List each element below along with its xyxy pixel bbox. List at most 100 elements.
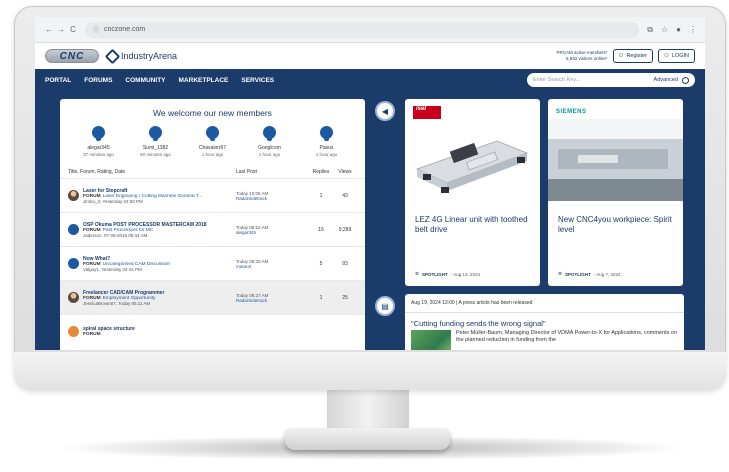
card-spotlight: ⚙ SPOTLIGHT - Aug 7, 2024 bbox=[558, 271, 621, 277]
forum-label: FORUM bbox=[83, 193, 101, 199]
last-post-user[interactable]: RadarSidetrack bbox=[236, 298, 308, 303]
industryarena-wordmark: IndustryArena bbox=[121, 51, 178, 61]
table-row[interactable]: Laser for Stepcraft FORUM Laser Engraving… bbox=[60, 178, 365, 212]
column-views[interactable]: Views bbox=[334, 169, 356, 175]
card-title[interactable]: New CNC4you workpiece: Spirit level bbox=[558, 215, 676, 236]
search-icon[interactable] bbox=[682, 76, 689, 84]
siemens-logo: SIEMENS bbox=[556, 109, 587, 115]
nav-portal[interactable]: PORTAL bbox=[45, 77, 71, 84]
member-item[interactable]: Googlcom 1 hour ago bbox=[242, 126, 298, 157]
last-post-user[interactable]: alegar345 bbox=[236, 230, 308, 235]
monitor-chin bbox=[14, 352, 726, 390]
replies-count: 5 bbox=[319, 260, 323, 267]
register-button[interactable]: ⚇ Register bbox=[612, 49, 653, 63]
nav-marketplace[interactable]: MARKETPLACE bbox=[179, 77, 229, 84]
bookmark-star-icon[interactable]: ☆ bbox=[661, 25, 668, 35]
monitor-screen: ← → C ⓘ cnczone.com ⧉ ☆ ● ⋮ CNC Industry… bbox=[35, 17, 705, 350]
advanced-search-link[interactable]: Advanced bbox=[654, 77, 678, 83]
press-article-panel[interactable]: Aug 19, 2024 13:00 | A press article has… bbox=[405, 294, 684, 350]
views-count: 93 bbox=[342, 260, 348, 267]
article-meta: Aug 19, 2024 13:00 | A press article has… bbox=[405, 294, 684, 313]
card-date: - Aug 13, 2024 bbox=[450, 271, 481, 277]
search-placeholder: Enter Search Key... bbox=[533, 77, 581, 83]
views-count: 25 bbox=[342, 294, 348, 301]
forum-label: FORUM bbox=[83, 295, 101, 301]
megaphone-icon: ◀ bbox=[381, 106, 389, 116]
avatar bbox=[92, 126, 105, 141]
views-count: 9,289 bbox=[338, 226, 352, 233]
last-post-user[interactable]: RadarSidetrack bbox=[236, 196, 308, 201]
profile-icon[interactable]: ● bbox=[676, 25, 681, 35]
table-row[interactable]: Now What? FORUM Uncategorised CAM Discuss… bbox=[60, 246, 365, 280]
nav-forums[interactable]: FORUMS bbox=[84, 77, 112, 84]
thread-author: Jaderson, 07-05-2018 05:34 AM bbox=[83, 232, 148, 238]
site-header: CNC IndustryArena PRCAM active members* … bbox=[35, 43, 705, 69]
search-input[interactable]: Enter Search Key... Advanced bbox=[527, 73, 695, 87]
forward-icon[interactable]: → bbox=[55, 25, 67, 34]
translate-icon[interactable]: ⧉ bbox=[647, 25, 653, 35]
address-bar[interactable]: ⓘ cnczone.com bbox=[85, 21, 640, 38]
member-name: Sumi_1382 bbox=[142, 145, 169, 151]
online-visitors-text: 5,932 visitors online* bbox=[565, 56, 608, 61]
site-info-icon[interactable]: ⓘ bbox=[93, 25, 99, 34]
member-item[interactable]: Sumi_1382 50 minutes ago bbox=[128, 126, 184, 157]
spotlight-label: SPOTLIGHT bbox=[422, 271, 448, 277]
login-button[interactable]: ⚇ LOGIN bbox=[657, 49, 695, 63]
member-joined: 1 hour ago bbox=[201, 152, 224, 157]
avatar bbox=[68, 326, 79, 337]
newspaper-icon: ▤ bbox=[381, 301, 389, 311]
nav-community[interactable]: COMMUNITY bbox=[125, 77, 165, 84]
member-name: Googlcom bbox=[258, 145, 281, 151]
card-date: - Aug 7, 2024 bbox=[593, 271, 621, 277]
thread-author: Jimbo_3, Yesterday 04:50 PM bbox=[83, 198, 143, 204]
member-item[interactable]: alegar345 37 minutes ago bbox=[71, 126, 127, 157]
press-article-icon[interactable]: ▤ bbox=[375, 296, 395, 316]
replies-count: 1 bbox=[319, 192, 323, 199]
isel-logo: isel bbox=[413, 106, 441, 119]
member-name: Pasus bbox=[319, 145, 334, 151]
last-post-user[interactable]: mutarot bbox=[236, 264, 308, 269]
column-replies[interactable]: Replies bbox=[308, 169, 334, 175]
main-nav: PORTAL FORUMS COMMUNITY MARKETPLACE SERV… bbox=[35, 69, 705, 91]
card-title[interactable]: LEZ 4G Linear unit with toothed belt dri… bbox=[415, 215, 533, 236]
column-title[interactable]: Title, Forum, Rating, Date bbox=[68, 169, 236, 175]
member-item[interactable]: Pasus 1 hour ago bbox=[299, 126, 355, 157]
back-icon[interactable]: ← bbox=[43, 25, 55, 34]
menu-dots-icon[interactable]: ⋮ bbox=[689, 25, 697, 35]
avatar bbox=[206, 126, 219, 141]
member-name: Chavaiorr67 bbox=[198, 145, 227, 151]
reload-icon[interactable]: C bbox=[67, 25, 79, 34]
table-row[interactable]: spiral space structure FORUM bbox=[60, 314, 365, 348]
spotlight-card[interactable]: SIEMENS New CNC4you workpiece: Spirit le… bbox=[548, 99, 683, 286]
replies-count: 1 bbox=[319, 294, 323, 301]
user-icon: ⚇ bbox=[663, 53, 669, 59]
table-row[interactable]: OSP Okuma POST PROCESSOR MASTERCAM 2018 … bbox=[60, 212, 365, 246]
announcement-icon[interactable]: ◀ bbox=[375, 101, 395, 121]
thread-forum[interactable]: FORUM bbox=[83, 332, 231, 337]
member-joined: 1 hour ago bbox=[315, 152, 338, 157]
industryarena-mark-icon bbox=[104, 48, 121, 64]
spotlight-card[interactable]: isel LEZ 4G Linear unit with toothed bel… bbox=[405, 99, 540, 286]
member-item[interactable]: Chavaiorr67 1 hour ago bbox=[185, 126, 241, 157]
spirit-level-image bbox=[548, 119, 683, 201]
cnczone-logo[interactable]: CNC bbox=[45, 49, 99, 63]
column-last-post[interactable]: Last Post bbox=[236, 169, 308, 175]
views-count: 43 bbox=[342, 192, 348, 199]
article-headline[interactable]: "Cutting funding sends the wrong signal" bbox=[405, 313, 684, 330]
forum-name: Laser Engraving / Cutting Machine Genera… bbox=[102, 193, 203, 199]
monitor-base bbox=[285, 428, 450, 450]
new-members-list: alegar345 37 minutes ago Sumi_1382 50 mi… bbox=[60, 126, 365, 157]
nav-services[interactable]: SERVICES bbox=[241, 77, 274, 84]
member-joined: 37 minutes ago bbox=[83, 152, 114, 157]
online-stats: PRCAM active members* 5,932 visitors onl… bbox=[557, 50, 608, 62]
article-thumbnail[interactable] bbox=[411, 330, 451, 350]
article-excerpt: Peter Müller-Baum, Managing Director of … bbox=[456, 330, 678, 344]
industryarena-logo[interactable]: IndustryArena bbox=[104, 48, 178, 64]
table-row[interactable]: Freelancer CAD/CAM Programmer FORUM Emplo… bbox=[60, 280, 365, 314]
forum-table-header: Title, Forum, Rating, Date Last Post Rep… bbox=[60, 169, 365, 178]
member-joined: 50 minutes ago bbox=[140, 152, 171, 157]
url-text: cnczone.com bbox=[104, 26, 146, 33]
thread-author: JessicaBrown07, Today 05:11 AM bbox=[83, 300, 151, 306]
thread-author: Valguy1, Yesterday 04:44 PM bbox=[83, 266, 142, 272]
login-label: LOGIN bbox=[671, 53, 689, 59]
